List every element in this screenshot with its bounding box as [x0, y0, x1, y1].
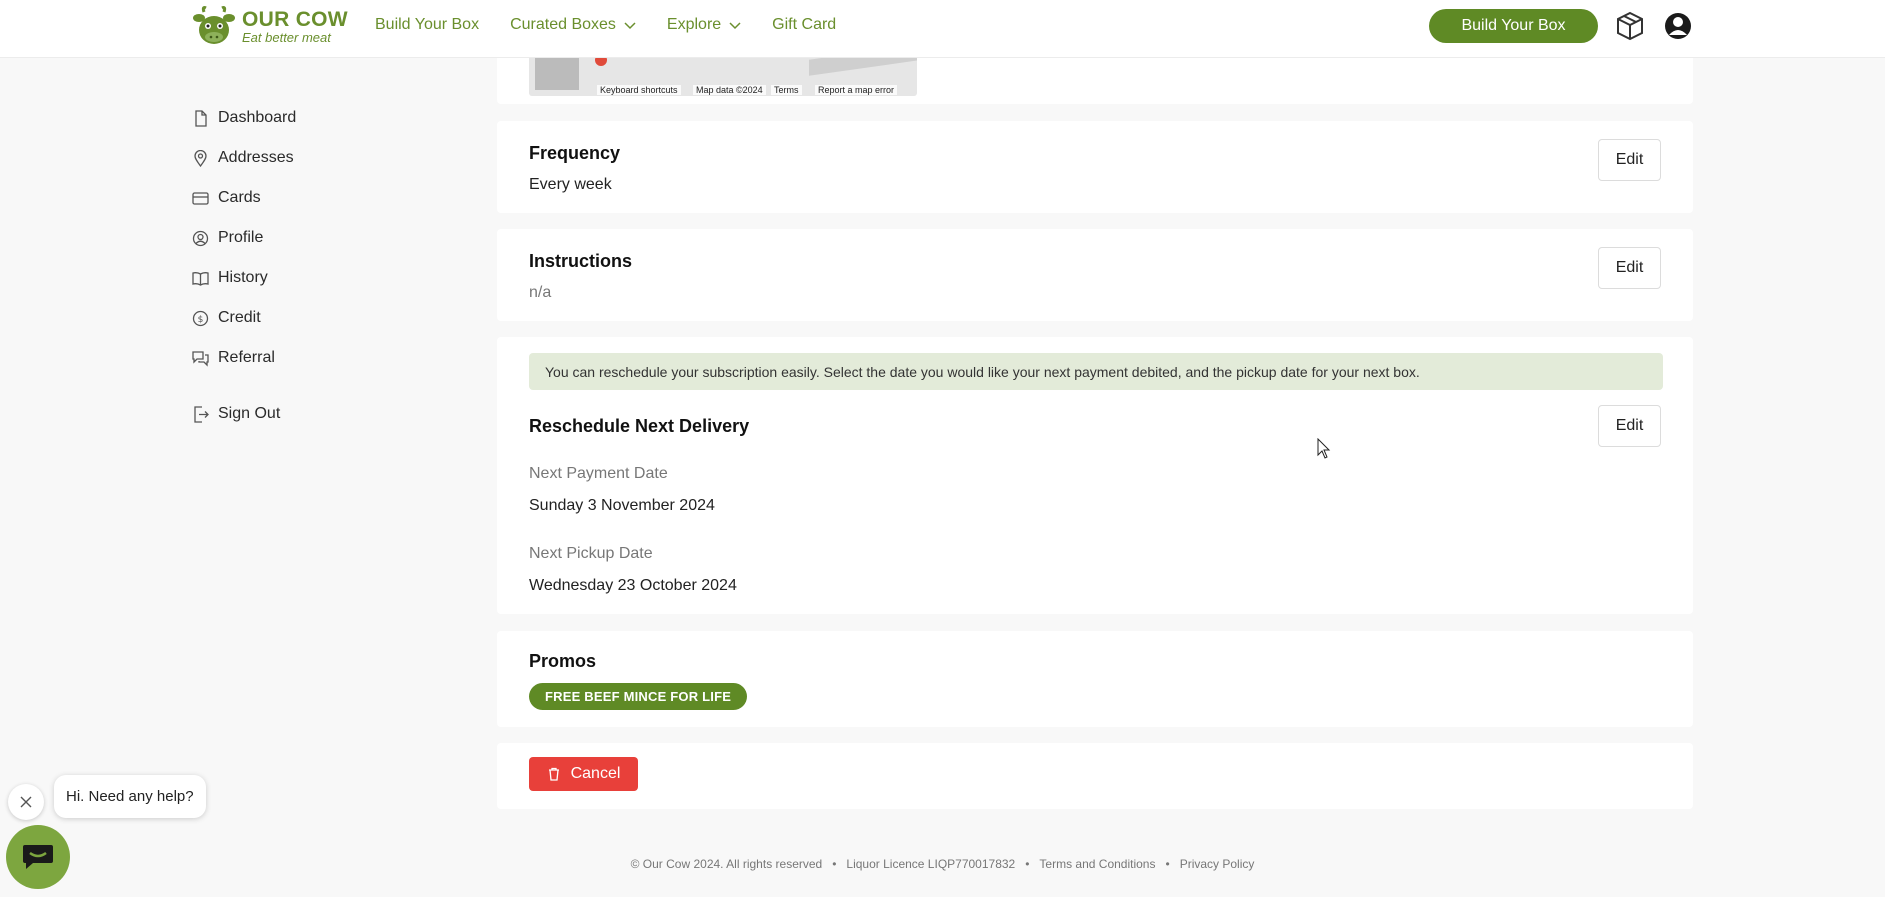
map-keyboard-shortcuts[interactable]: Keyboard shortcuts — [597, 85, 681, 95]
promos-title: Promos — [529, 651, 597, 671]
nav-label: Gift Card — [772, 16, 837, 33]
cancel-card: Cancel — [497, 743, 1693, 809]
reschedule-notice: You can reschedule your subscription eas… — [529, 353, 1663, 390]
main-nav: Build Your Box Curated Boxes Explore Gif… — [375, 16, 867, 34]
edit-reschedule-button[interactable]: Edit — [1598, 405, 1661, 447]
close-icon — [20, 796, 32, 808]
account-sidebar: Dashboard Addresses Cards Profile Histor… — [192, 98, 392, 434]
nav-label: Build Your Box — [375, 16, 480, 33]
terms-link[interactable]: Terms and Conditions — [1039, 857, 1155, 871]
cow-logo-icon — [193, 6, 235, 44]
nav-label: Curated Boxes — [510, 16, 616, 33]
instructions-title: Instructions — [529, 251, 633, 271]
nav-explore[interactable]: Explore — [667, 16, 741, 34]
next-pickup-label: Next Pickup Date — [529, 545, 653, 562]
street-view-thumbnail[interactable] — [535, 56, 579, 90]
sidebar-item-history[interactable]: History — [192, 258, 392, 298]
nav-gift-card[interactable]: Gift Card — [772, 16, 836, 34]
map-data-credit: Map data ©2024 — [693, 85, 766, 95]
promo-code-badge: FREE BEEF MINCE FOR LIFE — [529, 683, 748, 710]
logo-subtitle: Eat better meat — [242, 29, 331, 45]
frequency-value: Every week — [529, 176, 612, 193]
sidebar-item-label: Addresses — [218, 149, 294, 166]
privacy-link[interactable]: Privacy Policy — [1180, 857, 1255, 871]
map-terms-link[interactable]: Terms — [771, 85, 802, 95]
location-pin-icon — [194, 149, 207, 167]
build-your-box-button[interactable]: Build Your Box — [1429, 9, 1598, 43]
mouse-cursor-icon — [1317, 438, 1331, 459]
reschedule-title: Reschedule Next Delivery — [529, 416, 750, 436]
sidebar-item-label: Sign Out — [218, 405, 281, 422]
frequency-card: Frequency Every week Edit — [497, 121, 1693, 213]
nav-build-your-box[interactable]: Build Your Box — [375, 16, 479, 34]
edit-frequency-button[interactable]: Edit — [1598, 139, 1661, 181]
copyright-text: © Our Cow 2024. All rights reserved — [630, 857, 823, 871]
box-icon[interactable] — [1614, 10, 1646, 42]
sidebar-item-label: Dashboard — [218, 109, 297, 126]
sidebar-item-addresses[interactable]: Addresses — [192, 138, 392, 178]
sidebar-item-dashboard[interactable]: Dashboard — [192, 98, 392, 138]
sidebar-item-label: History — [218, 269, 268, 286]
site-header: OUR COW Eat better meat Build Your Box C… — [0, 0, 1885, 58]
chat-greeting-bubble[interactable]: Hi. Need any help? — [54, 775, 206, 818]
frequency-title: Frequency — [529, 143, 621, 163]
edit-instructions-button[interactable]: Edit — [1598, 247, 1661, 289]
sign-out-icon — [194, 405, 209, 423]
book-icon — [192, 271, 209, 286]
promos-card: Promos FREE BEEF MINCE FOR LIFE — [497, 631, 1693, 727]
chevron-down-icon — [729, 22, 741, 30]
logo-title: OUR COW — [242, 7, 348, 31]
site-footer: © Our Cow 2024. All rights reserved • Liqu… — [630, 857, 1255, 871]
sidebar-item-credit[interactable]: $ Credit — [192, 298, 392, 338]
credit-card-icon — [192, 191, 209, 205]
chat-icon — [23, 845, 53, 869]
chat-dismiss-button[interactable] — [8, 784, 44, 820]
svg-text:$: $ — [198, 315, 204, 325]
sidebar-item-referral[interactable]: Referral — [192, 338, 392, 378]
sidebar-item-sign-out[interactable]: Sign Out — [192, 394, 392, 434]
chat-launcher-button[interactable] — [6, 825, 70, 889]
sidebar-item-cards[interactable]: Cards — [192, 178, 392, 218]
reschedule-card: You can reschedule your subscription eas… — [497, 337, 1693, 614]
nav-curated-boxes[interactable]: Curated Boxes — [510, 16, 636, 34]
sidebar-item-label: Cards — [218, 189, 261, 206]
next-payment-value: Sunday 3 November 2024 — [529, 497, 715, 514]
dollar-circle-icon: $ — [192, 310, 209, 326]
sidebar-item-label: Referral — [218, 349, 275, 366]
instructions-value: n/a — [529, 284, 552, 301]
sidebar-item-label: Profile — [218, 229, 264, 246]
nav-label: Explore — [666, 16, 722, 33]
next-pickup-value: Wednesday 23 October 2024 — [529, 577, 737, 594]
document-icon — [195, 109, 207, 127]
logo[interactable]: OUR COW Eat better meat — [192, 4, 348, 48]
user-circle-icon — [192, 230, 209, 246]
chevron-down-icon — [624, 22, 636, 30]
cancel-label: Cancel — [570, 765, 621, 782]
next-payment-label: Next Payment Date — [529, 465, 668, 482]
account-icon[interactable] — [1662, 10, 1694, 42]
sidebar-item-profile[interactable]: Profile — [192, 218, 392, 258]
cancel-subscription-button[interactable]: Cancel — [529, 757, 638, 791]
liquor-licence-text: Liquor Licence LIQP770017832 — [846, 857, 1016, 871]
sidebar-item-label: Credit — [218, 309, 261, 326]
trash-icon — [548, 767, 559, 781]
chat-bubbles-icon — [192, 350, 209, 367]
instructions-card: Instructions n/a Edit — [497, 229, 1693, 321]
map-report-link[interactable]: Report a map error — [815, 85, 898, 95]
